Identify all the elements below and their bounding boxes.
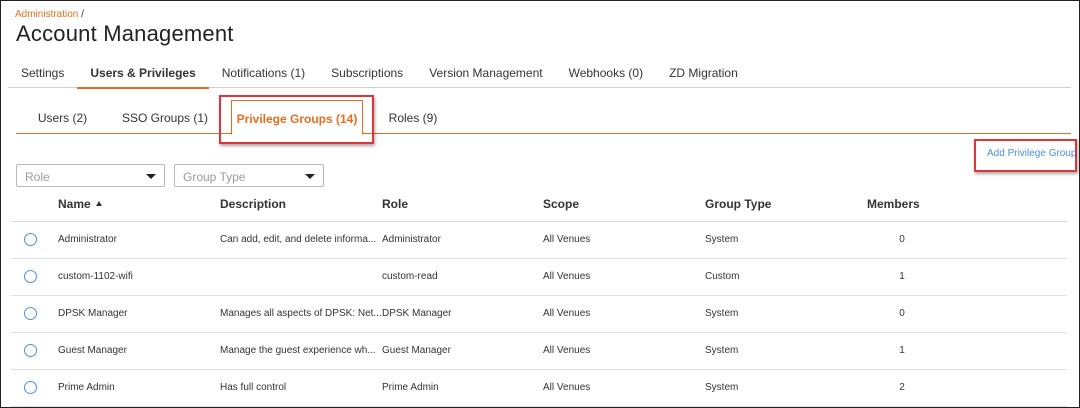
highlight-add-privilege-group: [974, 139, 1077, 172]
row-select-radio[interactable]: [24, 233, 37, 246]
table-row[interactable]: DPSK Manager Manages all aspects of DPSK…: [11, 295, 1067, 333]
tab-version-management[interactable]: Version Management: [416, 58, 555, 88]
cell-group-type: Custom: [705, 258, 867, 296]
cell-group-type: System: [705, 369, 867, 407]
tab-notifications[interactable]: Notifications (1): [209, 58, 318, 88]
row-select-radio[interactable]: [24, 270, 37, 283]
group-type-filter-dropdown[interactable]: Group Type: [174, 164, 324, 187]
subtab-roles[interactable]: Roles (9): [368, 100, 458, 134]
cell-description: Manage the guest experience wh...: [220, 332, 382, 370]
cell-description: Can add, edit, and delete informa...: [220, 221, 382, 259]
cell-name: Administrator: [58, 221, 220, 259]
cell-description: Has full control: [220, 369, 382, 407]
row-select-radio[interactable]: [24, 381, 37, 394]
cell-description: Manages all aspects of DPSK: Net...: [220, 295, 382, 333]
subtab-users[interactable]: Users (2): [16, 100, 109, 134]
cell-name: Prime Admin: [58, 369, 220, 407]
column-header-name[interactable]: Name: [58, 187, 220, 222]
breadcrumb-administration-link[interactable]: Administration: [15, 9, 78, 20]
privilege-groups-table: Name Description Role Scope Group Type M…: [11, 187, 1067, 407]
cell-scope: All Venues: [543, 369, 705, 407]
row-select-radio[interactable]: [24, 307, 37, 320]
table-row[interactable]: Prime Admin Has full control Prime Admin…: [11, 369, 1067, 407]
cell-description: [220, 258, 382, 296]
sub-tab-bar: Users (2) SSO Groups (1) Privilege Group…: [16, 100, 1071, 135]
table-row[interactable]: custom-1102-wifi custom-read All Venues …: [11, 258, 1067, 296]
column-header-role[interactable]: Role: [382, 187, 543, 222]
column-header-description[interactable]: Description: [220, 187, 382, 222]
cell-role: custom-read: [382, 258, 543, 296]
table-row[interactable]: Guest Manager Manage the guest experienc…: [11, 332, 1067, 370]
column-header-members[interactable]: Members: [867, 187, 937, 222]
column-header-group-type[interactable]: Group Type: [705, 187, 867, 222]
cell-name: Guest Manager: [58, 332, 220, 370]
subtab-sso-groups[interactable]: SSO Groups (1): [109, 100, 221, 134]
column-header-spacer: [937, 187, 1067, 222]
row-select-radio[interactable]: [24, 344, 37, 357]
role-filter-placeholder: Role: [25, 170, 50, 184]
chevron-down-icon: [305, 174, 315, 179]
tab-webhooks[interactable]: Webhooks (0): [556, 58, 656, 88]
highlight-privilege-groups-tab: [219, 95, 374, 144]
cell-scope: All Venues: [543, 221, 705, 259]
cell-scope: All Venues: [543, 332, 705, 370]
cell-name: DPSK Manager: [58, 295, 220, 333]
cell-members: 1: [867, 258, 937, 296]
page-title: Account Management: [16, 21, 234, 46]
cell-role: Guest Manager: [382, 332, 543, 370]
table-header-row: Name Description Role Scope Group Type M…: [11, 187, 1067, 222]
main-tab-bar: Settings Users & Privileges Notification…: [8, 58, 1071, 89]
role-filter-dropdown[interactable]: Role: [16, 164, 165, 187]
tab-settings[interactable]: Settings: [8, 58, 77, 88]
column-header-scope[interactable]: Scope: [543, 187, 705, 222]
cell-members: 0: [867, 221, 937, 259]
cell-scope: All Venues: [543, 258, 705, 296]
cell-role: Prime Admin: [382, 369, 543, 407]
tab-zd-migration[interactable]: ZD Migration: [656, 58, 751, 88]
chevron-down-icon: [146, 174, 156, 179]
cell-members: 2: [867, 369, 937, 407]
breadcrumb-separator: /: [78, 9, 84, 20]
group-type-filter-placeholder: Group Type: [183, 170, 246, 184]
cell-name: custom-1102-wifi: [58, 258, 220, 296]
cell-scope: All Venues: [543, 295, 705, 333]
tab-subscriptions[interactable]: Subscriptions: [318, 58, 416, 88]
cell-role: DPSK Manager: [382, 295, 543, 333]
cell-role: Administrator: [382, 221, 543, 259]
table-row[interactable]: Administrator Can add, edit, and delete …: [11, 221, 1067, 259]
sort-ascending-icon[interactable]: [95, 200, 102, 206]
cell-group-type: System: [705, 295, 867, 333]
tab-users-privileges[interactable]: Users & Privileges: [77, 58, 210, 89]
select-column-header: [11, 187, 58, 222]
cell-group-type: System: [705, 332, 867, 370]
breadcrumb: Administration /: [15, 9, 84, 20]
cell-members: 1: [867, 332, 937, 370]
cell-group-type: System: [705, 221, 867, 259]
cell-members: 0: [867, 295, 937, 333]
